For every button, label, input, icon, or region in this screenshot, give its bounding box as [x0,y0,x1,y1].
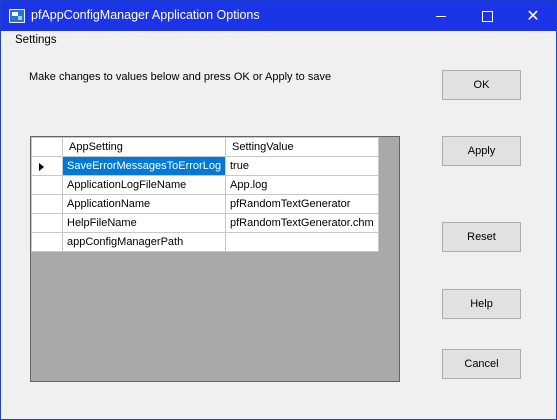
maximize-icon [481,10,493,22]
column-header-appsetting[interactable]: AppSetting [62,137,226,157]
row-header[interactable] [31,213,63,233]
value-cell[interactable]: pfRandomTextGenerator.chm [225,213,379,233]
ok-button[interactable]: OK [442,70,521,100]
minimize-button[interactable] [418,1,464,31]
table-row[interactable]: ApplicationName pfRandomTextGenerator [31,194,379,214]
help-button[interactable]: Help [442,289,521,319]
close-button[interactable]: ✕ [510,1,556,31]
setting-cell[interactable]: HelpFileName [62,213,226,233]
menu-settings[interactable]: Settings [11,34,61,46]
menu-bar: Settings [1,31,556,51]
cancel-button[interactable]: Cancel [442,349,521,379]
row-header[interactable] [31,232,63,252]
table-row[interactable]: HelpFileName pfRandomTextGenerator.chm [31,213,379,233]
row-header[interactable] [31,194,63,214]
app-icon [9,9,25,23]
setting-cell[interactable]: SaveErrorMessagesToErrorLog [62,156,226,176]
minimize-icon [436,15,446,17]
value-cell[interactable] [225,232,379,252]
settings-grid[interactable]: AppSetting SettingValue SaveErrorMessage… [30,136,400,382]
value-cell[interactable]: App.log [225,175,379,195]
title-bar[interactable]: pfAppConfigManager Application Options ✕ [1,1,556,31]
table-row[interactable]: ApplicationLogFileName App.log [31,175,379,195]
header-row: AppSetting SettingValue [31,137,379,157]
value-cell[interactable]: true [225,156,379,176]
table-row[interactable]: SaveErrorMessagesToErrorLog true [31,156,379,176]
table-row[interactable]: appConfigManagerPath [31,232,379,252]
reset-button[interactable]: Reset [442,222,521,252]
setting-cell[interactable]: ApplicationName [62,194,226,214]
corner-header[interactable] [31,137,63,157]
column-header-settingvalue[interactable]: SettingValue [225,137,379,157]
settings-table: AppSetting SettingValue SaveErrorMessage… [31,137,379,252]
maximize-button[interactable] [464,1,510,31]
instructions-label: Make changes to values below and press O… [29,71,332,83]
apply-button[interactable]: Apply [442,136,521,166]
value-cell[interactable]: pfRandomTextGenerator [225,194,379,214]
row-pointer-icon [39,163,44,171]
row-header[interactable] [31,175,63,195]
close-icon: ✕ [526,6,540,25]
setting-cell[interactable]: ApplicationLogFileName [62,175,226,195]
window-title: pfAppConfigManager Application Options [31,8,260,22]
setting-cell[interactable]: appConfigManagerPath [62,232,226,252]
options-window: pfAppConfigManager Application Options ✕… [0,0,557,420]
row-header[interactable] [31,156,63,176]
